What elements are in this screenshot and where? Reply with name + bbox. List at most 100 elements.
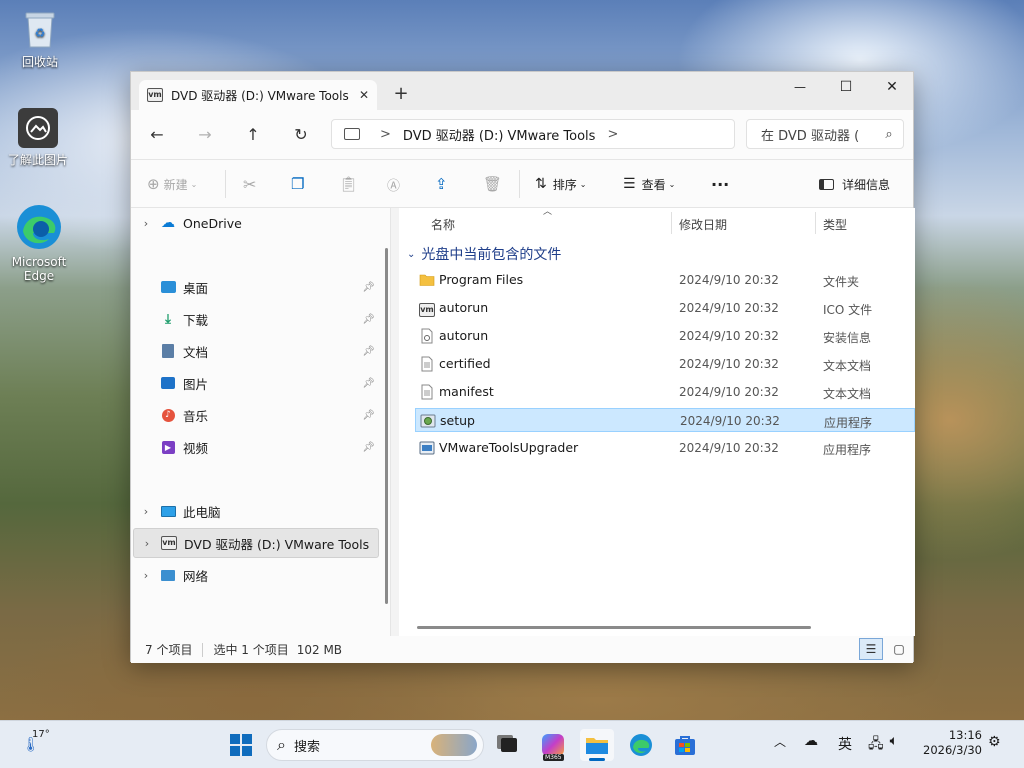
file-date: 2024/9/10 20:32 [679,385,779,399]
m365-label: M365 [543,754,564,761]
rename-button[interactable]: Ⓐ [387,172,400,196]
tiles-view-button[interactable]: ▢ [887,638,911,660]
store-taskbar-button[interactable] [668,729,702,761]
copy-icon: ❐ [291,175,305,193]
file-name: manifest [439,384,494,399]
taskbar-search[interactable]: ⌕ 搜索 [266,729,484,761]
file-date: 2024/9/10 20:32 [680,414,780,428]
pin-icon[interactable]: 📌︎ [362,410,375,421]
close-tab-button[interactable]: ✕ [359,88,369,102]
nav-item-videos[interactable]: ▶ 视频 📌︎ [133,432,379,462]
address-bar[interactable]: > DVD 驱动器 (D:) VMware Tools > [331,119,735,149]
cut-button[interactable]: ✂ [243,172,256,196]
desktop-icon-edge[interactable]: Microsoft Edge [1,202,77,283]
tab-title: DVD 驱动器 (D:) VMware Tools [171,88,349,103]
file-row[interactable]: VMwareToolsUpgrader 2024/9/10 20:32 应用程序 [415,436,917,460]
file-name: VMwareToolsUpgrader [439,440,579,455]
file-row[interactable]: autorun 2024/9/10 20:32 安装信息 [415,324,917,348]
nav-item-desktop[interactable]: 桌面 📌︎ [133,272,379,302]
tray-cloud-button[interactable]: ☁ [804,733,818,749]
nav-scrollbar[interactable] [385,248,388,604]
details-button[interactable]: 详细信息 [819,172,890,196]
sort-button[interactable]: ⇅ 排序 ⌄ [535,172,586,196]
nav-item-music[interactable]: ♪ 音乐 📌︎ [133,400,379,430]
maximize-button[interactable]: ☐ [823,72,869,102]
file-row[interactable]: manifest 2024/9/10 20:32 文本文档 [415,380,917,404]
sort-indicator-icon: ︿ [543,207,553,217]
file-row-selected[interactable]: setup 2024/9/10 20:32 应用程序 [415,408,915,432]
new-tab-button[interactable]: + [389,82,413,106]
weather-temp: 17° [32,729,50,740]
column-header-name[interactable]: 名称 [431,216,455,233]
search-box[interactable]: 在 DVD 驱动器 ( ⌕ [746,119,904,149]
file-row[interactable]: certified 2024/9/10 20:32 文本文档 [415,352,917,376]
chevron-up-icon: ︿ [774,735,787,749]
up-button[interactable]: ↑ [237,120,269,148]
clock-time: 13:16 [948,728,982,742]
divider [225,170,226,198]
tray-overflow-button[interactable]: ︿ [774,733,786,750]
group-header[interactable]: ⌄ 光盘中当前包含的文件 [407,244,561,264]
refresh-button[interactable]: ↻ [285,120,317,148]
horizontal-scrollbar[interactable] [417,626,811,629]
file-row[interactable]: vm autorun 2024/9/10 20:32 ICO 文件 [415,296,917,320]
pin-icon[interactable]: 📌︎ [362,442,375,453]
close-button[interactable]: ✕ [869,72,915,102]
notification-button[interactable]: ⚙ [988,734,1001,750]
details-label: 详细信息 [842,177,891,192]
copy-button[interactable]: ❐ [291,172,304,196]
m365-button[interactable]: M365 [536,729,570,761]
chevron-right-icon[interactable]: › [133,217,159,230]
chevron-right-icon[interactable]: › [133,505,159,518]
nav-item-dvd-drive[interactable]: › vm DVD 驱动器 (D:) VMware Tools [133,528,379,558]
pin-icon[interactable]: 📌︎ [362,282,375,293]
ime-button[interactable]: 英 [838,734,852,754]
weather-widget[interactable]: 🌡︎ 17° [18,729,58,761]
column-header-type[interactable]: 类型 [823,216,847,233]
pin-icon[interactable]: 📌︎ [362,346,375,357]
nav-item-onedrive[interactable]: › ☁ OneDrive [133,208,379,238]
nav-item-this-pc[interactable]: › 此电脑 [133,496,379,526]
clock[interactable]: 13:16 2026/3/30 [918,728,982,758]
nav-item-downloads[interactable]: ⤓ 下载 📌︎ [133,304,379,334]
pin-icon[interactable]: 📌︎ [362,378,375,389]
cloud-icon: ☁ [161,215,175,231]
nav-item-pictures[interactable]: 图片 📌︎ [133,368,379,398]
file-date: 2024/9/10 20:32 [679,273,779,287]
view-button[interactable]: ☰ 查看 ⌄ [623,172,675,196]
back-button[interactable]: ← [141,120,173,148]
paste-button[interactable]: 📋︎ [339,172,358,196]
chevron-right-icon[interactable]: › [134,537,160,550]
minimize-button[interactable]: — [777,72,823,102]
active-indicator [589,758,605,761]
network-volume-button[interactable]: 🖧︎ 🔈︎ [868,733,898,757]
breadcrumb-dvd-drive[interactable]: DVD 驱动器 (D:) VMware Tools [403,125,596,144]
chevron-right-icon[interactable]: › [133,569,159,582]
pictures-icon [159,375,177,391]
pin-icon[interactable]: 📌︎ [362,314,375,325]
nav-item-documents[interactable]: 文档 📌︎ [133,336,379,366]
share-button[interactable]: ⇪ [435,172,448,196]
new-button[interactable]: ⊕ 新建 ⌄ [147,172,197,196]
edge-taskbar-button[interactable] [624,729,658,761]
column-header-date[interactable]: 修改日期 [679,216,727,233]
delete-button[interactable]: 🗑︎ [483,172,502,196]
more-options-button[interactable]: ··· [711,172,729,196]
desktop-icon-learn-image[interactable]: 了解此图片 [0,108,76,168]
navigation-bar: ← → ↑ ↻ > DVD 驱动器 (D:) VMware Tools > 在 … [131,110,913,160]
desktop-icon-recycle-bin[interactable]: ♻ 回收站 [2,8,78,70]
status-divider [202,642,204,657]
nav-item-network[interactable]: › 网络 [133,560,379,590]
tab-dvd-drive[interactable]: vm DVD 驱动器 (D:) VMware Tools ✕ [139,80,377,110]
file-row[interactable]: Program Files 2024/9/10 20:32 文件夹 [415,268,917,292]
details-view-button[interactable]: ☰ [859,638,883,660]
start-button[interactable] [224,729,258,761]
nav-label: 文档 [183,344,209,360]
forward-button[interactable]: → [189,120,221,148]
nav-label: 视频 [183,440,209,456]
arrow-left-icon: ← [150,124,164,144]
file-explorer-taskbar-button[interactable] [580,729,614,761]
task-view-button[interactable] [492,729,526,761]
plus-circle-icon: ⊕ [147,175,160,193]
view-icon: ☰ [623,176,636,192]
